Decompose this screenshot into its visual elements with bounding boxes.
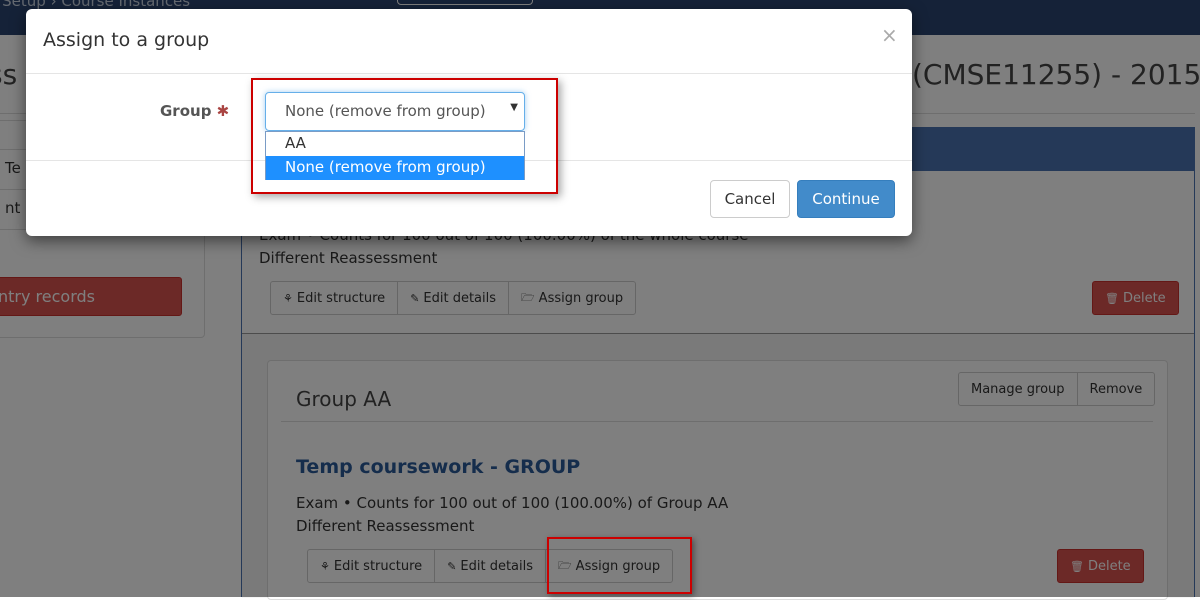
option-none[interactable]: None (remove from group) <box>266 156 524 180</box>
continue-button[interactable]: Continue <box>797 180 895 218</box>
caret-down-icon: ▼ <box>510 102 518 113</box>
highlight-box <box>547 537 692 594</box>
group-label: Group ✱ <box>160 102 230 120</box>
required-icon: ✱ <box>216 102 230 120</box>
close-icon[interactable]: × <box>881 23 898 47</box>
option-aa[interactable]: AA <box>266 132 524 156</box>
cancel-button[interactable]: Cancel <box>710 180 790 218</box>
modal-title: Assign to a group <box>43 29 210 51</box>
assign-group-modal: Assign to a group × Group ✱ None (remove… <box>26 9 912 236</box>
group-select[interactable]: None (remove from group) ▼ <box>265 92 525 131</box>
group-options-list: AA None (remove from group) <box>265 131 525 180</box>
